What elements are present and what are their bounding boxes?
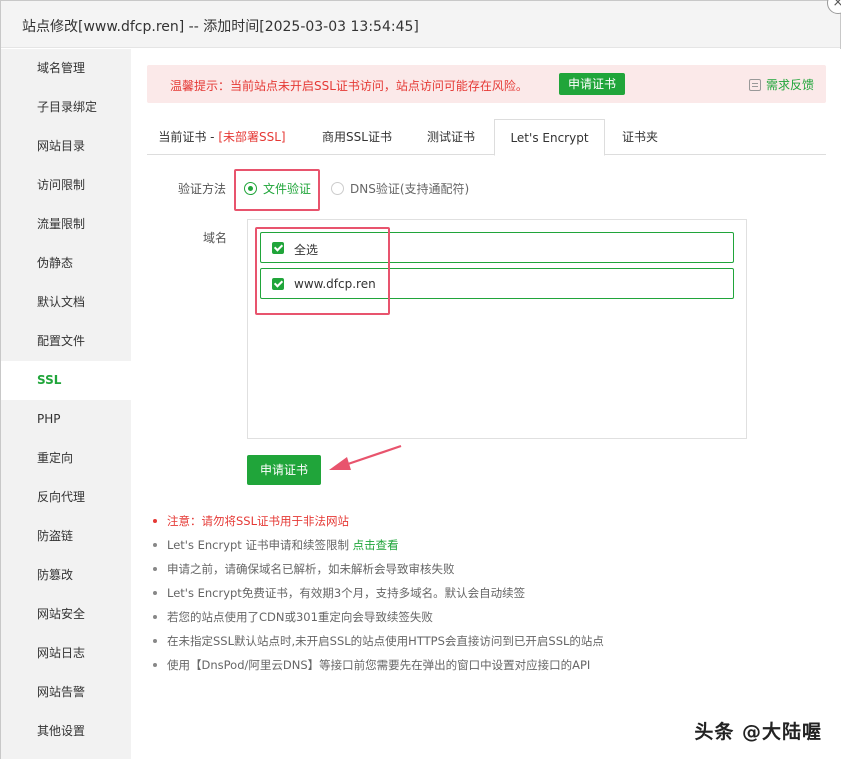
sidebar-item-hotlink[interactable]: 防盗链: [1, 517, 131, 556]
feedback-link[interactable]: 需求反馈: [748, 76, 814, 93]
sidebar-item-reverse-proxy[interactable]: 反向代理: [1, 478, 131, 517]
note-item: 注意：请勿将SSL证书用于非法网站: [151, 509, 604, 533]
apply-cert-button[interactable]: 申请证书: [247, 455, 321, 485]
annotation-highlight-domains: [255, 227, 390, 315]
dialog-title: 站点修改[www.dfcp.ren] -- 添加时间[2025-03-03 13…: [22, 19, 419, 35]
tab-cert-folder[interactable]: 证书夹: [607, 119, 673, 155]
sidebar-item-domain[interactable]: 域名管理: [1, 49, 131, 88]
sidebar-item-other-settings[interactable]: 其他设置: [1, 712, 131, 751]
ssl-panel: 温馨提示：当前站点未开启SSL证书访问，站点访问可能存在风险。 申请证书 需求反…: [131, 49, 841, 759]
sidebar-item-php[interactable]: PHP: [1, 400, 131, 439]
view-limits-link[interactable]: 点击查看: [353, 538, 399, 552]
feedback-label: 需求反馈: [765, 78, 814, 92]
note-item: 在未指定SSL默认站点时,未开启SSL的站点使用HTTPS会直接访问到已开启SS…: [151, 629, 604, 653]
sidebar-item-redirect[interactable]: 重定向: [1, 439, 131, 478]
sidebar-item-access-limit[interactable]: 访问限制: [1, 166, 131, 205]
verify-option-dns[interactable]: DNS验证(支持通配符): [331, 180, 469, 197]
note-item: Let's Encrypt 证书申请和续签限制 点击查看: [151, 533, 604, 557]
note-item: 申请之前，请确保域名已解析，如未解析会导致审核失败: [151, 557, 604, 581]
note-item: Let's Encrypt免费证书，有效期3个月，支持多域名。默认会自动续签: [151, 581, 604, 605]
ssl-warning-text: 温馨提示：当前站点未开启SSL证书访问，站点访问可能存在风险。: [170, 79, 528, 93]
sidebar-item-site-log[interactable]: 网站日志: [1, 634, 131, 673]
note-item: 使用【DnsPod/阿里云DNS】等接口前您需要先在弹出的窗口中设置对应接口的A…: [151, 653, 604, 677]
sidebar-item-ssl[interactable]: SSL: [1, 361, 131, 400]
sidebar-item-site-directory[interactable]: 网站目录: [1, 127, 131, 166]
watermark: 头条 @大陆喔: [694, 721, 822, 743]
sidebar-item-tamper-proof[interactable]: 防篡改: [1, 556, 131, 595]
ssl-warning-banner: 温馨提示：当前站点未开启SSL证书访问，站点访问可能存在风险。 申请证书 需求反…: [147, 65, 826, 103]
note-item: 若您的站点使用了CDN或301重定向会导致续签失败: [151, 605, 604, 629]
sidebar-item-default-doc[interactable]: 默认文档: [1, 283, 131, 322]
sidebar: 域名管理 子目录绑定 网站目录 访问限制 流量限制 伪静态 默认文档 配置文件 …: [1, 49, 131, 759]
tab-current-cert[interactable]: 当前证书 - [未部署SSL]: [147, 119, 297, 155]
edit-icon: [748, 79, 761, 91]
sidebar-item-site-alert[interactable]: 网站告警: [1, 673, 131, 712]
tab-current-cert-label: 当前证书 -: [158, 130, 219, 144]
note-text: Let's Encrypt 证书申请和续签限制: [167, 538, 353, 552]
tab-lets-encrypt[interactable]: Let's Encrypt: [494, 119, 605, 156]
sidebar-item-site-security[interactable]: 网站安全: [1, 595, 131, 634]
sidebar-item-rewrite[interactable]: 伪静态: [1, 244, 131, 283]
dialog-titlebar: 站点修改[www.dfcp.ren] -- 添加时间[2025-03-03 13…: [1, 1, 840, 48]
verify-method-label: 验证方法: [178, 182, 227, 196]
tab-commercial-ssl[interactable]: 商用SSL证书: [307, 119, 407, 155]
site-edit-dialog: 站点修改[www.dfcp.ren] -- 添加时间[2025-03-03 13…: [0, 0, 841, 759]
sidebar-item-subdir-binding[interactable]: 子目录绑定: [1, 88, 131, 127]
domain-label: 域名: [203, 231, 228, 245]
tab-current-cert-status: [未部署SSL]: [218, 130, 286, 144]
ssl-notes-list: 注意：请勿将SSL证书用于非法网站 Let's Encrypt 证书申请和续签限…: [151, 509, 604, 677]
annotation-arrow-icon: [329, 444, 402, 470]
verify-option-dns-label: DNS验证(支持通配符): [350, 182, 470, 196]
radio-unchecked-icon: [331, 182, 344, 195]
annotation-highlight-verify: [234, 169, 320, 211]
banner-apply-cert-button[interactable]: 申请证书: [559, 73, 625, 95]
sidebar-item-config-file[interactable]: 配置文件: [1, 322, 131, 361]
cert-tabs: 当前证书 - [未部署SSL] 商用SSL证书 测试证书 Let's Encry…: [147, 119, 826, 156]
sidebar-item-traffic-limit[interactable]: 流量限制: [1, 205, 131, 244]
tab-test-cert[interactable]: 测试证书: [409, 119, 493, 155]
